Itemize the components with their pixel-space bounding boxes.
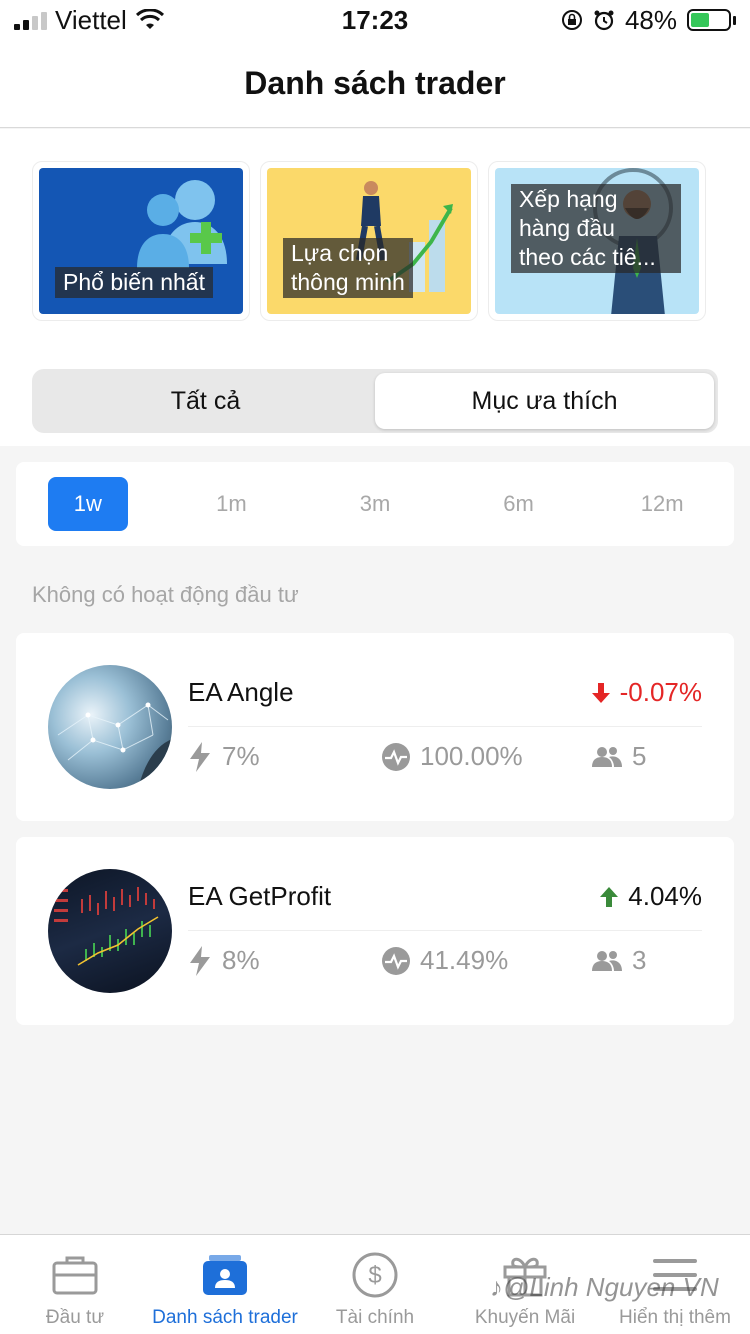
orientation-lock-icon [561, 10, 582, 30]
trader-change-value: -0.07% [619, 677, 702, 707]
category-top-ranking-line3: theo các tiê... [519, 244, 656, 270]
status-bar: Viettel 17:23 48% [0, 0, 750, 40]
arrow-up-icon [600, 886, 619, 907]
category-top-ranking-image: Xếp hạng hàng đầu theo các tiê... [495, 168, 699, 314]
stat-risk: 8% [188, 945, 260, 976]
stat-risk-value: 8% [222, 945, 260, 975]
carrier-name: Viettel [55, 4, 127, 35]
trader-change: -0.07% [591, 677, 702, 708]
segmented-control: Tất cả Mục ưa thích [32, 369, 718, 433]
segment-favorites[interactable]: Mục ưa thích [375, 373, 714, 429]
dollar-circle-icon: $ [351, 1251, 399, 1299]
briefcase-icon [51, 1251, 99, 1299]
segment-all[interactable]: Tất cả [36, 373, 375, 429]
category-smart-choice-image: Lựa chọn thông minh [267, 168, 471, 314]
card-divider [188, 930, 702, 931]
trader-avatar [48, 869, 172, 993]
category-smart-choice-label: Lựa chọn thông minh [283, 238, 413, 298]
nav-finance-label: Tài chính [335, 1307, 415, 1328]
lightning-icon [190, 945, 210, 976]
nav-trader-list[interactable]: Danh sách trader [150, 1235, 300, 1334]
network-avatar-image [57, 702, 172, 789]
status-time: 17:23 [341, 4, 409, 35]
stat-followers-value: 5 [632, 741, 647, 771]
alarm-icon [594, 10, 614, 31]
trader-card[interactable]: EA GetProfit 4.04% 8% 41.49% 3 [16, 837, 734, 1025]
users-add-icon [137, 180, 227, 268]
users-icon [592, 950, 622, 971]
category-top-ranking-line2: hàng đầu [519, 215, 615, 241]
period-selector: 1w 1m 3m 6m 12m [16, 462, 734, 546]
category-popular[interactable]: Phổ biến nhất [32, 161, 250, 321]
battery-percent: 48% [624, 4, 677, 35]
nav-finance[interactable]: $ Tài chính [300, 1235, 450, 1334]
wifi-icon [135, 9, 164, 29]
stat-win-rate-value: 100.00% [420, 741, 523, 771]
pulse-icon [382, 742, 410, 771]
trader-stats: 8% 41.49% 3 [188, 945, 702, 985]
watermark-text: @Linh Nguyen VN [503, 1272, 719, 1302]
stat-followers: 5 [592, 741, 646, 772]
period-12m[interactable]: 12m [590, 491, 734, 517]
svg-text:$: $ [368, 1262, 381, 1289]
stat-followers-value: 3 [632, 945, 647, 975]
top-section: Phổ biến nhất Lựa chọn thông minh Xếp hạ… [0, 129, 750, 446]
pulse-icon [382, 946, 410, 975]
category-smart-choice-line1: Lựa chọn [291, 240, 389, 266]
stat-win-rate: 100.00% [382, 741, 523, 772]
trader-change: 4.04% [600, 881, 702, 912]
page-title: Danh sách trader [244, 65, 506, 101]
status-left: Viettel [14, 5, 274, 36]
nav-promotions-label: Khuyến Mãi [474, 1307, 576, 1328]
stat-win-rate-value: 41.49% [420, 945, 509, 975]
tiktok-icon: ♪ [490, 1272, 503, 1302]
nav-trader-list-label: Danh sách trader [152, 1307, 298, 1328]
stat-win-rate: 41.49% [382, 945, 508, 976]
stat-risk: 7% [188, 741, 260, 772]
empty-message: Không có hoạt động đầu tư [32, 582, 299, 607]
nav-invest[interactable]: Đầu tư [0, 1235, 150, 1334]
period-3m[interactable]: 3m [303, 491, 447, 517]
category-top-ranking[interactable]: Xếp hạng hàng đầu theo các tiê... [488, 161, 706, 321]
trader-name: EA Angle [188, 677, 294, 707]
trader-stats: 7% 100.00% 5 [188, 741, 702, 781]
trader-card[interactable]: EA Angle -0.07% 7% 100.00% 5 [16, 633, 734, 821]
card-divider [188, 726, 702, 727]
stat-followers: 3 [592, 945, 646, 976]
period-1w[interactable]: 1w [16, 477, 160, 531]
signal-icon [14, 10, 47, 30]
period-1m[interactable]: 1m [160, 491, 304, 517]
category-list: Phổ biến nhất Lựa chọn thông minh Xếp hạ… [32, 161, 706, 321]
trading-screen-avatar-image [54, 887, 159, 966]
category-popular-label: Phổ biến nhất [55, 267, 213, 298]
category-top-ranking-line1: Xếp hạng [519, 186, 618, 212]
watermark: ♪@Linh Nguyen VN [490, 1272, 719, 1303]
status-right: 48% [476, 5, 736, 36]
arrow-down-icon [591, 682, 610, 703]
trader-name: EA GetProfit [188, 881, 332, 911]
nav-invest-label: Đầu tư [45, 1307, 105, 1328]
page-header: Danh sách trader [0, 40, 750, 128]
category-top-ranking-label: Xếp hạng hàng đầu theo các tiê... [511, 184, 681, 273]
trader-list-icon [201, 1251, 249, 1299]
nav-more-label: Hiển thị thêm [619, 1307, 731, 1328]
users-icon [592, 746, 622, 767]
category-smart-choice[interactable]: Lựa chọn thông minh [260, 161, 478, 321]
battery-icon [687, 9, 736, 31]
stat-risk-value: 7% [222, 741, 260, 771]
trader-change-value: 4.04% [628, 881, 702, 911]
period-6m[interactable]: 6m [447, 491, 591, 517]
category-smart-choice-line2: thông minh [291, 269, 405, 295]
trader-avatar [48, 665, 172, 789]
category-popular-image: Phổ biến nhất [39, 168, 243, 314]
lightning-icon [190, 741, 210, 772]
